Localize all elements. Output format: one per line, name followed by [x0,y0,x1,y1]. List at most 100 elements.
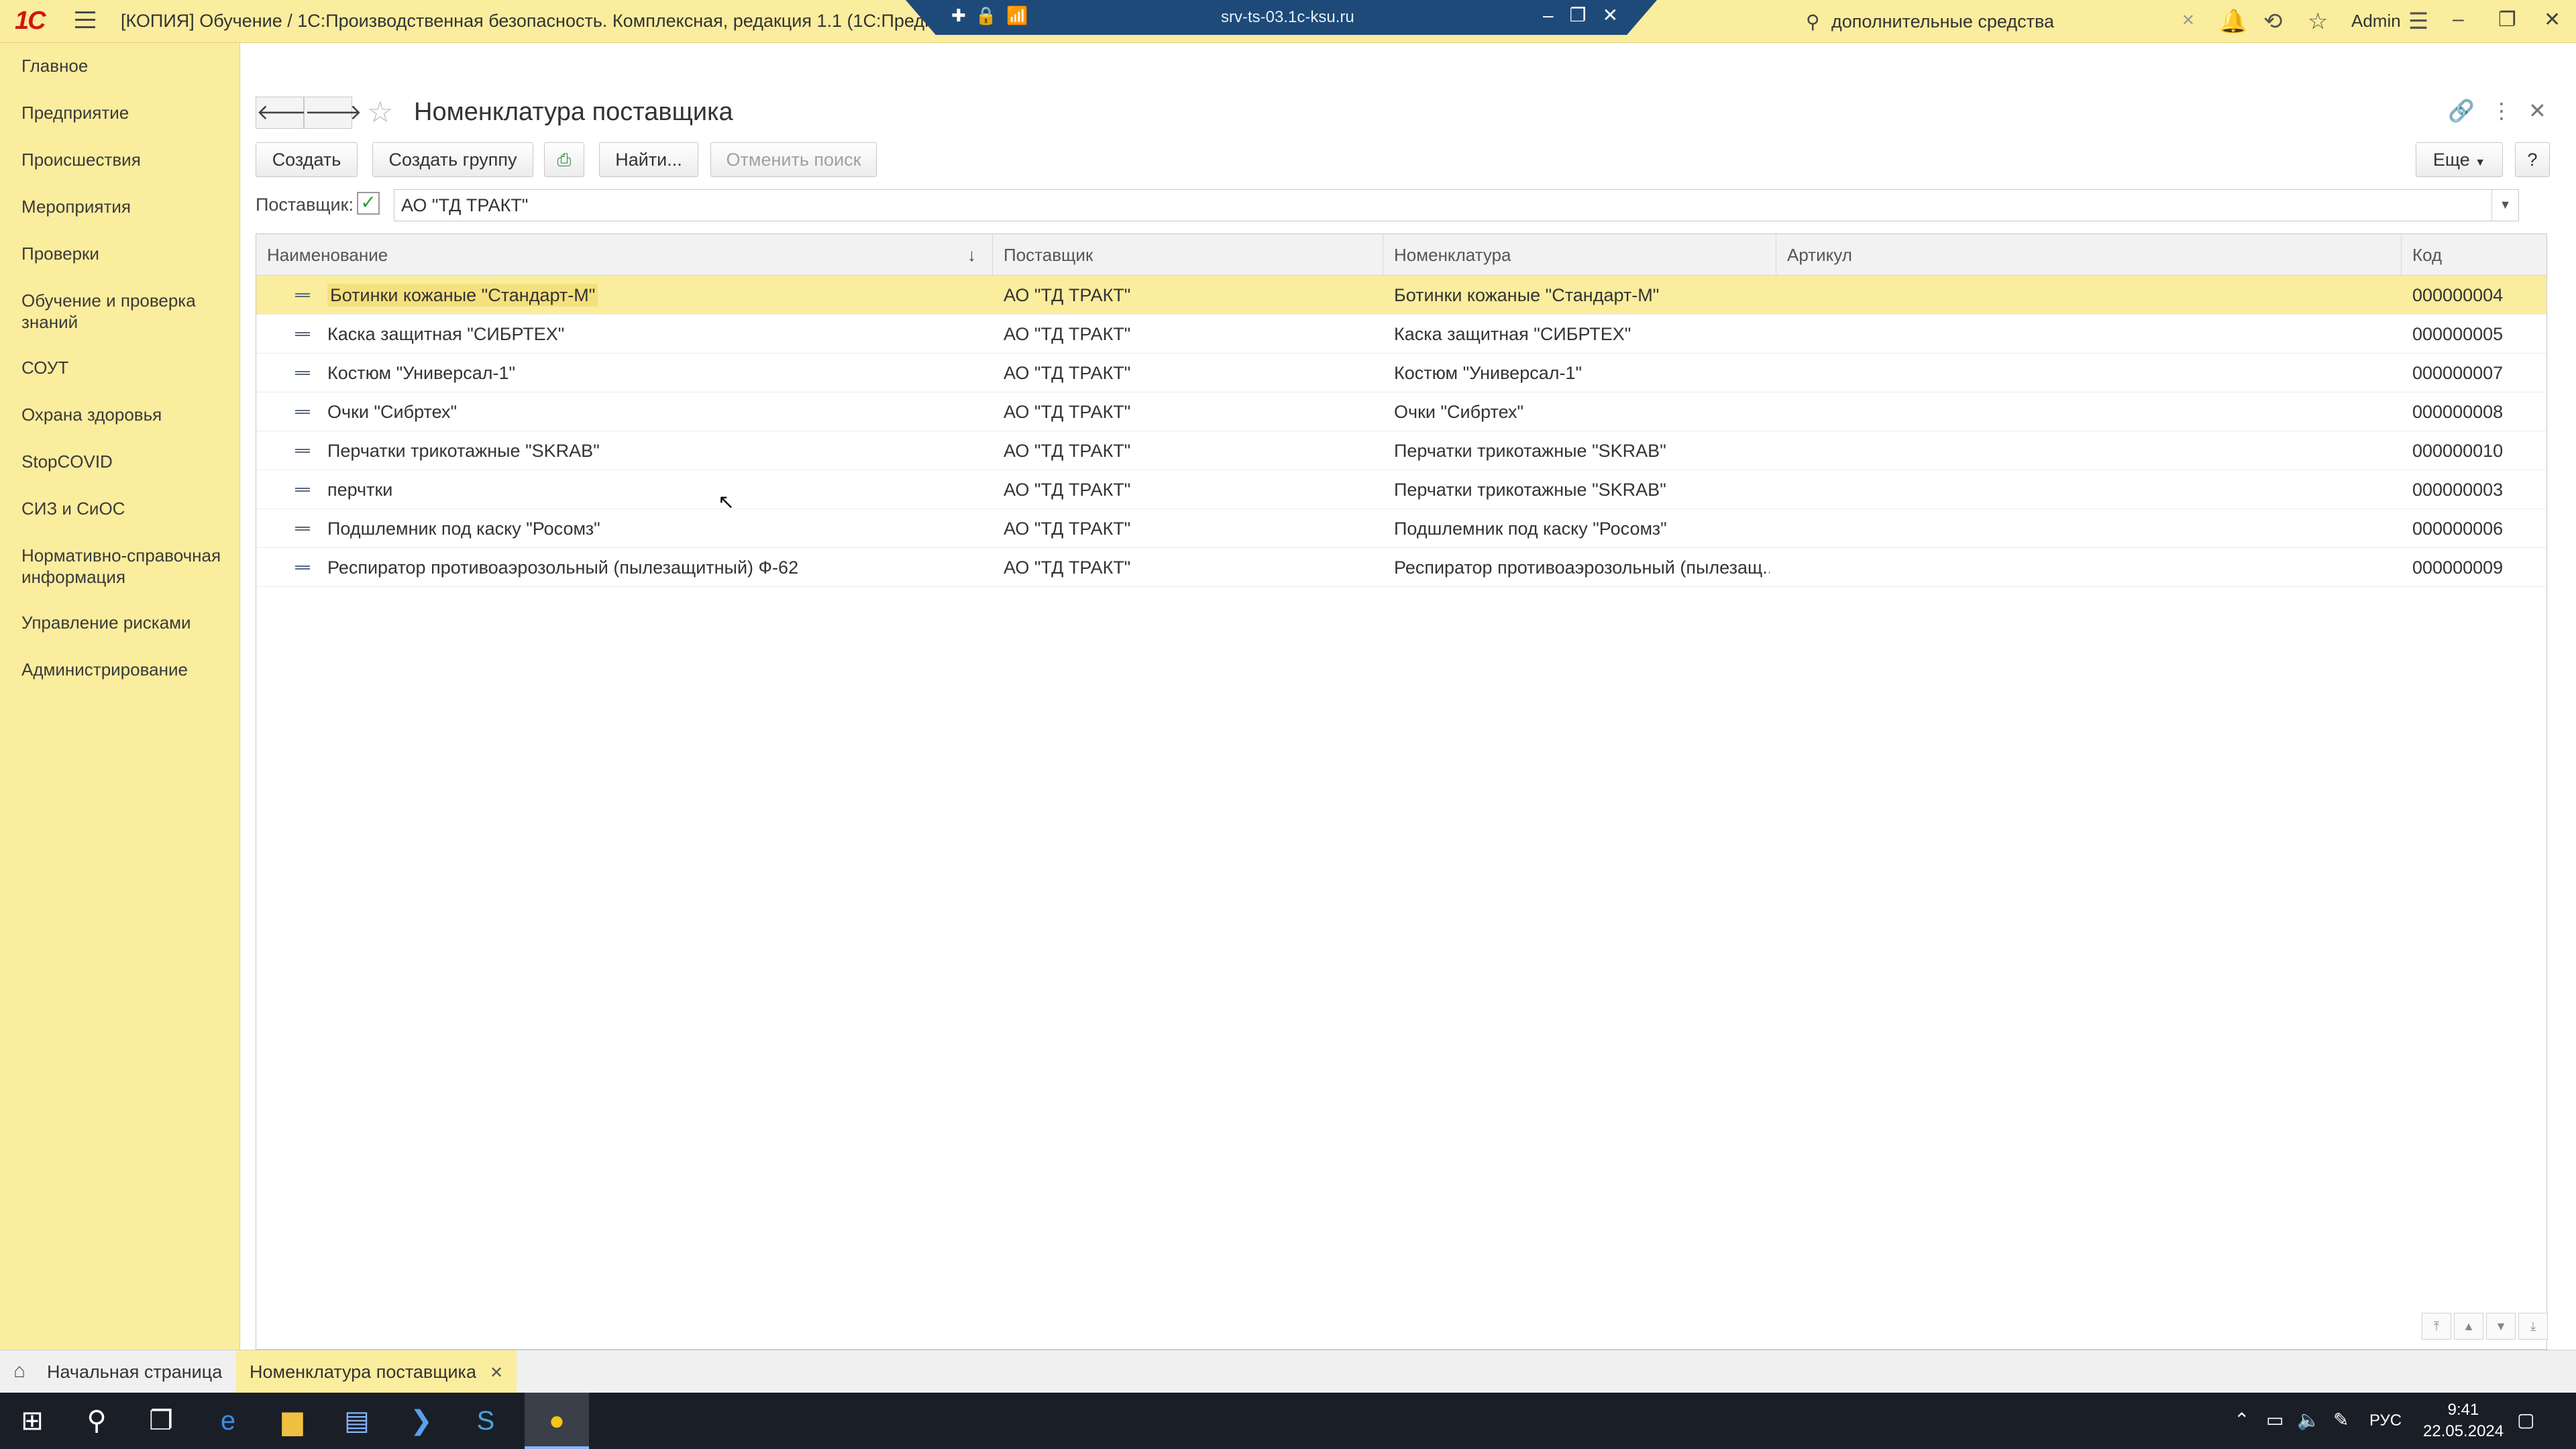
supplier-nomenclature-table: Наименование ↓ Поставщик Номенклатура Ар… [256,233,2548,1350]
sidebar-item-incidents[interactable]: Происшествия [21,149,229,170]
remote-bar-icons[interactable]: ✚🔒📶 [951,5,1038,26]
table-row[interactable]: Ботинки кожаные "Стандарт-М" АО "ТД ТРАК… [256,276,2546,315]
sidebar-item-reference[interactable]: Нормативно-справочная информация [21,545,229,588]
sidebar-item-enterprise[interactable]: Предприятие [21,102,229,123]
app-s-icon[interactable]: S [453,1393,518,1449]
close-tab-icon[interactable]: ✕ [490,1364,503,1382]
create-group-button[interactable]: Создать группу [372,142,533,177]
close-form-icon[interactable]: ✕ [2528,98,2546,123]
back-button[interactable]: 🡐 [256,97,314,129]
favorites-star-icon[interactable]: ☆ [2308,8,2328,35]
tab-home[interactable]: Начальная страница [47,1350,222,1393]
tray-chevron-icon[interactable]: ⌃ [2234,1409,2249,1431]
file-explorer-icon[interactable]: ▆ [260,1393,325,1449]
help-button[interactable]: ? [2515,142,2550,177]
server-manager-icon[interactable]: ▤ [325,1393,389,1449]
cell-name: Респиратор противоаэрозольный (пылезащит… [327,557,799,578]
cell-supplier: АО "ТД ТРАКТ" [1004,519,1131,539]
sidebar-item-sout[interactable]: СОУТ [21,357,229,378]
main-menu-icon[interactable] [75,11,95,29]
cell-supplier: АО "ТД ТРАКТ" [1004,480,1131,500]
network-icon[interactable]: ▭ [2266,1409,2284,1431]
language-indicator[interactable]: РУС [2369,1411,2402,1430]
table-row[interactable]: Респиратор противоаэрозольный (пылезащит… [256,548,2546,587]
sidebar-item-inspections[interactable]: Проверки [21,243,229,264]
cell-supplier: АО "ТД ТРАКТ" [1004,363,1131,383]
minimize-icon[interactable]: – [2453,8,2464,31]
cell-supplier: АО "ТД ТРАКТ" [1004,441,1131,461]
internet-explorer-icon[interactable]: e [196,1393,260,1449]
favorite-star-icon[interactable]: ☆ [367,95,393,129]
output-list-icon[interactable]: ⎙ [544,142,584,177]
sidebar-item-main[interactable]: Главное [21,55,229,76]
scroll-to-top-icon[interactable]: ⤒ [2422,1313,2451,1340]
find-button[interactable]: Найти... [599,142,698,177]
notifications-icon[interactable]: ▢ [2517,1409,2534,1431]
sidebar-item-ppe[interactable]: СИЗ и СиОС [21,498,229,519]
table-row[interactable]: Очки "Сибртех" АО "ТД ТРАКТ" Очки "Сибрт… [256,392,2546,431]
task-view-icon[interactable]: ❐ [129,1393,193,1449]
clock[interactable]: 9:41 22.05.2024 [2423,1399,2504,1442]
scroll-down-icon[interactable]: ▼ [2486,1313,2516,1340]
sidebar-item-admin[interactable]: Администрирование [21,659,229,680]
user-name[interactable]: Admin [2351,11,2401,32]
link-icon[interactable]: 🔗 [2448,98,2475,123]
history-icon[interactable]: ⟲ [2263,8,2283,35]
column-header-code[interactable]: Код [2402,234,2548,276]
cell-nomenclature: Перчатки трикотажные "SKRAB" [1394,441,1666,461]
more-button[interactable]: Еще ▼ [2416,142,2503,177]
table-row[interactable]: Каска защитная "СИБРТЕХ" АО "ТД ТРАКТ" К… [256,315,2546,354]
item-icon [295,449,310,453]
close-window-icon[interactable]: ✕ [2544,8,2561,32]
dropdown-arrow-icon[interactable]: ▼ [2491,190,2518,221]
column-header-supplier[interactable]: Поставщик [993,234,1383,276]
column-header-nomenclature[interactable]: Номенклатура [1383,234,1776,276]
sections-panel: Главное Предприятие Происшествия Меропри… [0,43,240,1350]
clock-time: 9:41 [2447,1401,2479,1419]
cell-name: Каска защитная "СИБРТЕХ" [327,324,565,344]
table-row[interactable]: Перчатки трикотажные "SKRAB" АО "ТД ТРАК… [256,431,2546,470]
sidebar-item-stopcovid[interactable]: StopCOVID [21,451,229,472]
cell-article [1787,548,2391,587]
sidebar-item-training[interactable]: Обучение и проверка знаний [21,290,229,333]
cell-article [1787,509,2391,548]
tab-label: Номенклатура поставщика [250,1362,476,1382]
search-icon[interactable]: ⚲ [64,1393,129,1449]
clear-search-icon[interactable]: ✕ [2182,11,2195,30]
create-button[interactable]: Создать [256,142,358,177]
cell-supplier: АО "ТД ТРАКТ" [1004,285,1131,305]
windows-start-icon[interactable]: ⊞ [0,1393,64,1449]
mouse-cursor-icon: ↖ [718,491,735,513]
table-row[interactable]: перчтки АО "ТД ТРАКТ" Перчатки трикотажн… [256,470,2546,509]
tab-supplier-nomenclature[interactable]: Номенклатура поставщика ✕ [236,1350,517,1393]
sidebar-item-risks[interactable]: Управление рисками [21,612,229,633]
remote-window-controls[interactable]: –❐✕ [1543,4,1634,26]
table-row[interactable]: Подшлемник под каску "Росомз" АО "ТД ТРА… [256,509,2546,548]
volume-icon[interactable]: 🔈 [2297,1409,2320,1431]
global-search-input[interactable]: дополнительные средства [1831,11,2054,32]
pen-icon[interactable]: ✎ [2333,1409,2349,1431]
bell-icon[interactable]: 🔔 [2219,8,2247,35]
cancel-search-button[interactable]: Отменить поиск [710,142,877,177]
supplier-filter-checkbox[interactable]: ✓ [357,192,380,215]
scroll-up-icon[interactable]: ▲ [2454,1313,2483,1340]
cell-code: 000000010 [2412,441,2504,461]
restore-icon[interactable]: ❐ [2498,8,2516,32]
powershell-icon[interactable]: ❯ [389,1393,453,1449]
supplier-filter-field[interactable]: АО "ТД ТРАКТ" ▼ [394,189,2519,221]
forward-button[interactable]: 🡒 [304,97,362,129]
column-header-article[interactable]: Артикул [1776,234,2402,276]
sidebar-item-activities[interactable]: Мероприятия [21,196,229,217]
cell-name: Подшлемник под каску "Росомз" [327,519,600,539]
column-header-name[interactable]: Наименование ↓ [256,234,993,276]
1c-enterprise-icon[interactable]: ● [525,1393,589,1449]
cell-name: Очки "Сибртех" [327,402,458,422]
scroll-to-bottom-icon[interactable]: ⤓ [2518,1313,2548,1340]
more-vertical-icon[interactable]: ⋮ [2491,98,2512,123]
table-row[interactable]: Костюм "Универсал-1" АО "ТД ТРАКТ" Костю… [256,354,2546,392]
cell-supplier: АО "ТД ТРАКТ" [1004,557,1131,578]
global-search[interactable]: ⚲ дополнительные средства ✕ [1798,7,2200,35]
sidebar-item-health[interactable]: Охрана здоровья [21,404,229,425]
settings-menu-icon[interactable]: ☰ [2408,8,2428,35]
supplier-filter-label: Поставщик: [256,195,354,215]
